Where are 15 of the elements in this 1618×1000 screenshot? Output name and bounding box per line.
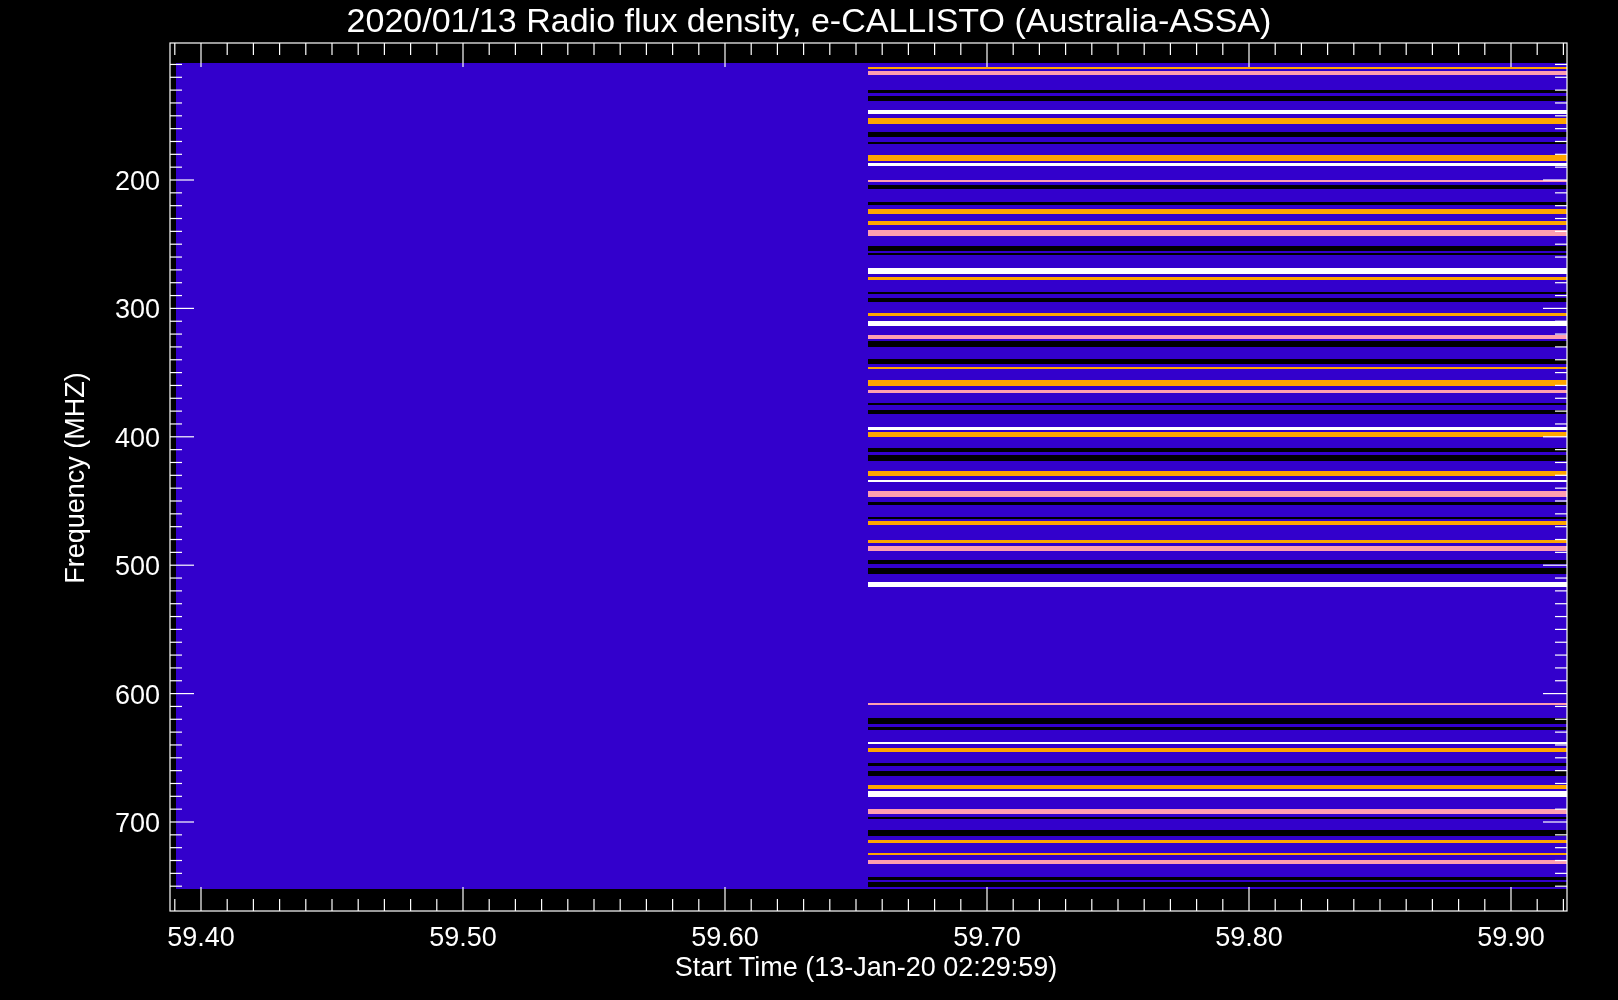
tick-label: 400: [114, 422, 160, 453]
axis-label: Start Time (13-Jan-20 02:29:59): [674, 952, 1058, 982]
chart-title: 2020/01/13 Radio flux density, e-CALLISTO (Australia-ASSA): [346, 1, 1272, 39]
tick-label: 59.80: [1215, 922, 1283, 952]
tick-label: 500: [114, 551, 160, 582]
tick-label: 59.70: [953, 922, 1021, 952]
axis-label: Frequency (MHZ): [60, 372, 90, 584]
tick-label: 200: [114, 166, 160, 196]
tick-label: 300: [114, 294, 160, 325]
tick-label: 59.50: [429, 922, 497, 952]
tick-label: 59.60: [691, 922, 759, 952]
tick-label: 59.40: [167, 922, 235, 952]
tick-label: 59.90: [1477, 922, 1545, 952]
tick-label: 700: [114, 808, 160, 838]
tick-label: 600: [114, 679, 160, 710]
